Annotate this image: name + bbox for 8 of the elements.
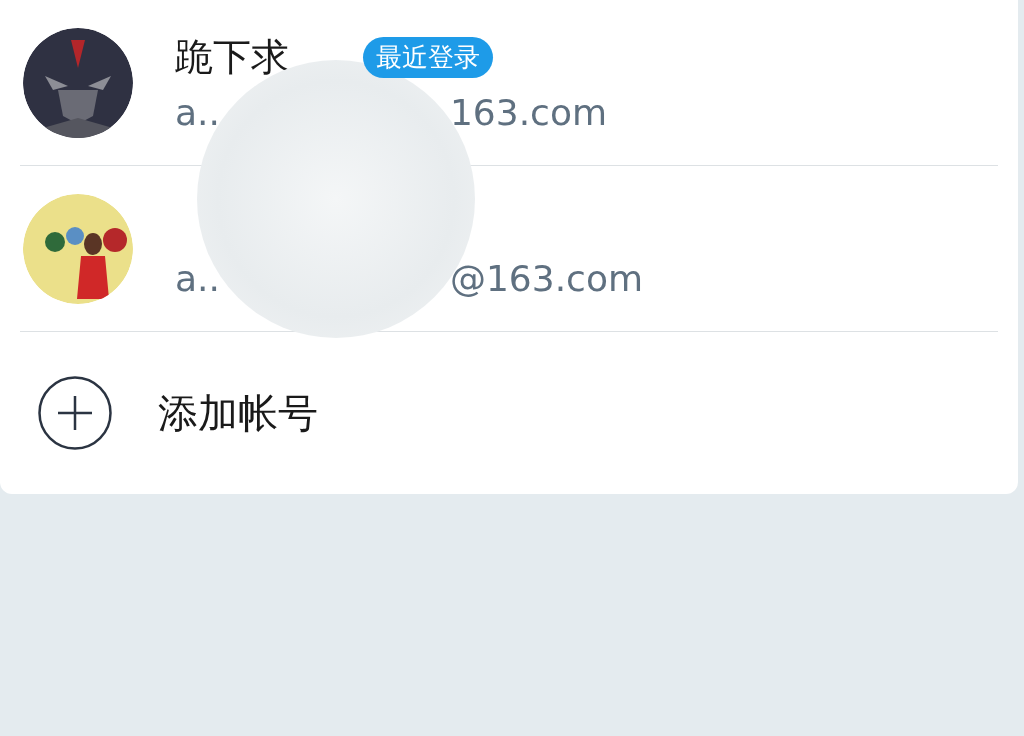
email-start: a.. [175, 94, 220, 131]
add-account-button[interactable]: 添加帐号 [0, 332, 1018, 494]
email-start: a.. [175, 260, 220, 297]
email-end: 163.com [449, 94, 607, 131]
email-end: @163.com [449, 260, 643, 297]
plus-circle-icon [38, 376, 112, 450]
recent-login-badge: 最近登录 [363, 37, 493, 78]
account-name: 跪下求 [175, 35, 289, 79]
